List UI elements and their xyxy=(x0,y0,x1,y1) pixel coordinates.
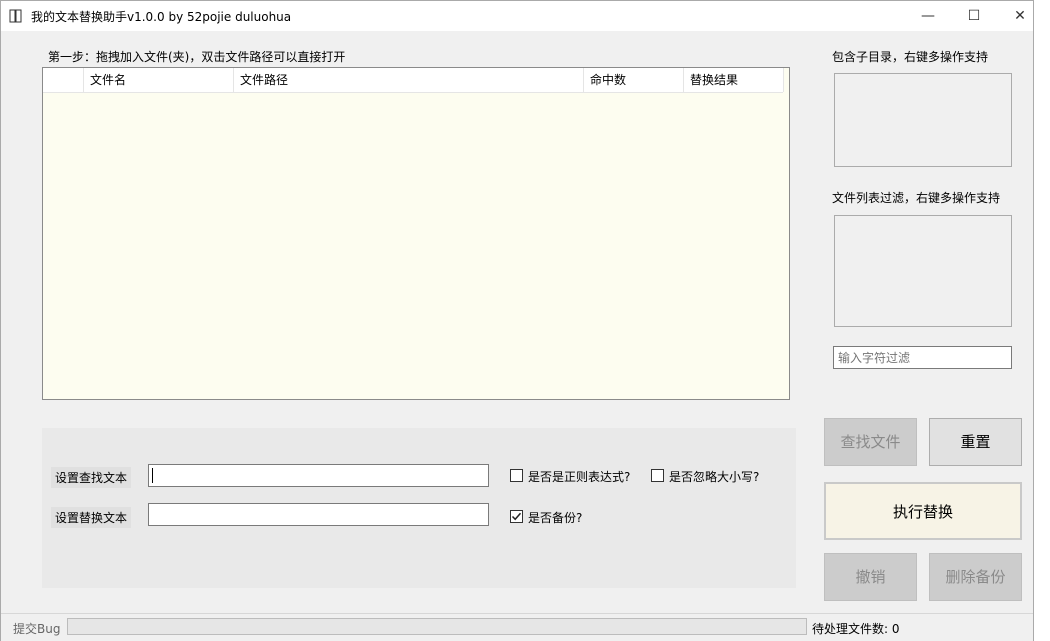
delete-backup-button[interactable]: 删除备份 xyxy=(929,553,1022,601)
find-files-button[interactable]: 查找文件 xyxy=(824,418,917,466)
pending-count: 待处理文件数: 0 xyxy=(812,622,900,636)
table-header: 文件名 文件路径 命中数 替换结果 xyxy=(43,68,784,93)
step1-label: 第一步：拖拽加入文件(夹)，双击文件路径可以直接打开 xyxy=(48,50,346,64)
maximize-button[interactable]: ☐ xyxy=(951,1,997,31)
column-header-hits[interactable]: 命中数 xyxy=(584,68,684,92)
filter-input[interactable] xyxy=(833,346,1012,369)
background-area xyxy=(1034,0,1050,641)
reset-button[interactable]: 重置 xyxy=(929,418,1022,466)
undo-button[interactable]: 撤销 xyxy=(824,553,917,601)
submit-bug-link[interactable]: 提交Bug xyxy=(13,620,60,637)
column-header-index[interactable] xyxy=(43,68,84,92)
ignore-case-label: 是否忽略大小写? xyxy=(669,470,760,484)
file-list-table[interactable]: 文件名 文件路径 命中数 替换结果 xyxy=(42,67,790,400)
progress-bar xyxy=(67,618,807,635)
backup-label: 是否备份? xyxy=(528,511,583,525)
minimize-button[interactable]: — xyxy=(905,1,951,31)
app-book-icon xyxy=(9,9,22,23)
subdir-list[interactable] xyxy=(834,73,1012,167)
filter-label: 文件列表过滤，右键多操作支持 xyxy=(832,191,1001,205)
ignore-case-checkbox[interactable] xyxy=(651,469,664,482)
status-bar: 提交Bug 待处理文件数: 0 xyxy=(1,613,1033,641)
checkmark-icon xyxy=(511,512,522,521)
column-header-result[interactable]: 替换结果 xyxy=(684,68,784,92)
text-cursor xyxy=(152,468,153,483)
column-header-filepath[interactable]: 文件路径 xyxy=(234,68,584,92)
execute-replace-button[interactable]: 执行替换 xyxy=(824,482,1022,540)
close-button[interactable]: ✕ xyxy=(997,1,1043,31)
regex-label: 是否是正则表达式? xyxy=(528,470,631,484)
app-window: 我的文本替换助手v1.0.0 by 52pojie duluohua — ☐ ✕… xyxy=(0,0,1034,641)
column-header-filename[interactable]: 文件名 xyxy=(84,68,234,92)
filter-list[interactable] xyxy=(834,215,1012,327)
title-bar: 我的文本替换助手v1.0.0 by 52pojie duluohua — ☐ ✕ xyxy=(1,1,1033,31)
backup-checkbox[interactable] xyxy=(510,510,523,523)
find-text-label: 设置查找文本 xyxy=(51,467,132,488)
subdir-label: 包含子目录，右键多操作支持 xyxy=(832,50,989,64)
window-title: 我的文本替换助手v1.0.0 by 52pojie duluohua xyxy=(31,10,292,24)
regex-checkbox[interactable] xyxy=(510,469,523,482)
replace-text-input[interactable] xyxy=(148,503,489,526)
replace-text-label: 设置替换文本 xyxy=(51,507,132,528)
find-text-input[interactable] xyxy=(148,464,489,487)
